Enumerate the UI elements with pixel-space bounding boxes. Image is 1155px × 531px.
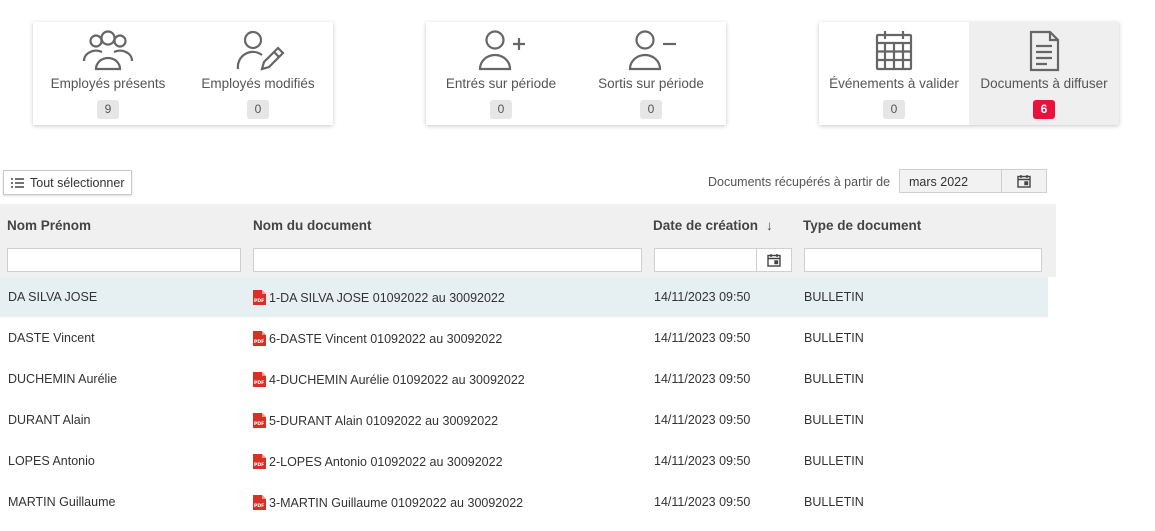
cell-nom-prenom: DUCHEMIN Aurélie	[8, 372, 118, 386]
sort-desc-icon[interactable]: ↓	[766, 218, 773, 233]
column-header-type-document[interactable]: Type de document	[803, 218, 921, 233]
cell-nom-prenom: DA SILVA JOSE	[8, 290, 98, 304]
filter-date-creation[interactable]	[654, 248, 792, 272]
filter-type-document[interactable]	[804, 248, 1042, 272]
select-all-label: Tout sélectionner	[30, 175, 125, 190]
table-row[interactable]: MARTIN Guillaume PDF 3-MARTIN Guillaume …	[0, 482, 1056, 523]
user-plus-icon	[478, 30, 525, 71]
svg-text:PDF: PDF	[254, 462, 264, 468]
cell-date-creation: 14/11/2023 09:50	[654, 495, 751, 509]
stats-card-tasks: Événements à valider 0 Documents à diffu…	[819, 22, 1119, 125]
filter-nom-prenom[interactable]	[7, 248, 241, 272]
svg-text:PDF: PDF	[254, 503, 264, 509]
date-picker[interactable]: mars 2022	[899, 169, 1047, 193]
filter-nom-document[interactable]	[253, 248, 642, 272]
count-badge: 6	[1033, 100, 1055, 119]
tile-label: Sortis sur période	[598, 76, 704, 91]
pdf-icon: PDF	[253, 495, 266, 510]
cell-nom-document[interactable]: PDF 6-DASTE Vincent 01092022 au 30092022	[253, 331, 502, 346]
documents-table: Nom Prénom Nom du document Date de créat…	[0, 204, 1056, 523]
cell-nom-document[interactable]: PDF 1-DA SILVA JOSE 01092022 au 30092022	[253, 290, 505, 305]
svg-text:PDF: PDF	[254, 421, 264, 427]
pdf-icon: PDF	[253, 454, 266, 469]
document-name: 1-DA SILVA JOSE 01092022 au 30092022	[269, 291, 505, 305]
svg-text:PDF: PDF	[254, 339, 264, 345]
cell-date-creation: 14/11/2023 09:50	[654, 454, 751, 468]
tile-employes-modifies[interactable]: Employés modifiés 0	[183, 22, 333, 125]
stats-card-movements: Entrés sur période 0 Sortis sur période …	[426, 22, 726, 125]
tile-entres-periode[interactable]: Entrés sur période 0	[426, 22, 576, 125]
user-minus-icon	[628, 30, 676, 71]
cell-type-document: BULLETIN	[804, 454, 864, 468]
tile-label: Documents à diffuser	[980, 76, 1108, 91]
cell-nom-prenom: MARTIN Guillaume	[8, 495, 116, 509]
select-all-button[interactable]: Tout sélectionner	[3, 170, 132, 195]
cell-nom-prenom: DURANT Alain	[8, 413, 91, 427]
tile-evenements-valider[interactable]: Événements à valider 0	[819, 22, 969, 125]
document-name: 2-LOPES Antonio 01092022 au 30092022	[269, 455, 503, 469]
table-row[interactable]: DURANT Alain PDF 5-DURANT Alain 01092022…	[0, 400, 1056, 441]
count-badge: 9	[97, 100, 119, 119]
user-edit-icon	[236, 30, 285, 71]
tile-label: Événements à valider	[829, 76, 959, 91]
table-row[interactable]: LOPES Antonio PDF 2-LOPES Antonio 010920…	[0, 441, 1056, 482]
calendar-icon[interactable]	[756, 249, 791, 271]
cell-nom-prenom: DASTE Vincent	[8, 331, 95, 345]
tile-label: Employés présents	[50, 76, 166, 91]
count-badge: 0	[490, 100, 512, 119]
users-icon	[82, 30, 134, 71]
calendar-icon	[875, 31, 913, 71]
cell-type-document: BULLETIN	[804, 413, 864, 427]
cell-type-document: BULLETIN	[804, 495, 864, 509]
tile-employes-presents[interactable]: Employés présents 9	[33, 22, 183, 125]
table-body: DA SILVA JOSE PDF 1-DA SILVA JOSE 010920…	[0, 277, 1056, 523]
cell-nom-document[interactable]: PDF 5-DURANT Alain 01092022 au 30092022	[253, 413, 498, 428]
document-name: 5-DURANT Alain 01092022 au 30092022	[269, 414, 499, 428]
cell-nom-document[interactable]: PDF 3-MARTIN Guillaume 01092022 au 30092…	[253, 495, 523, 510]
cell-date-creation: 14/11/2023 09:50	[654, 331, 751, 345]
date-picker-value: mars 2022	[909, 175, 969, 189]
tile-documents-diffuser[interactable]: Documents à diffuser 6	[969, 22, 1119, 125]
table-row[interactable]: DASTE Vincent PDF 6-DASTE Vincent 010920…	[0, 318, 1056, 359]
document-icon	[1029, 30, 1060, 72]
svg-text:PDF: PDF	[254, 380, 264, 386]
count-badge: 0	[247, 100, 269, 119]
pdf-icon: PDF	[253, 372, 266, 387]
cell-date-creation: 14/11/2023 09:50	[654, 372, 751, 386]
svg-text:PDF: PDF	[254, 298, 264, 304]
count-badge: 0	[883, 100, 905, 119]
tile-label: Employés modifiés	[201, 76, 315, 91]
cell-nom-prenom: LOPES Antonio	[8, 454, 95, 468]
table-header: Nom Prénom Nom du document Date de créat…	[0, 204, 1056, 277]
cell-type-document: BULLETIN	[804, 290, 864, 304]
cell-type-document: BULLETIN	[804, 331, 864, 345]
table-row[interactable]: DA SILVA JOSE PDF 1-DA SILVA JOSE 010920…	[0, 277, 1048, 318]
document-name: 4-DUCHEMIN Aurélie 01092022 au 30092022	[269, 373, 525, 387]
column-header-date-creation[interactable]: Date de création	[653, 218, 758, 233]
stats-card-employees: Employés présents 9 Employés modifiés 0	[33, 22, 333, 125]
count-badge: 0	[640, 100, 662, 119]
cell-type-document: BULLETIN	[804, 372, 864, 386]
list-icon	[11, 177, 24, 188]
table-row[interactable]: DUCHEMIN Aurélie PDF 4-DUCHEMIN Aurélie …	[0, 359, 1056, 400]
column-header-nom-document[interactable]: Nom du document	[253, 218, 372, 233]
pdf-icon: PDF	[253, 413, 266, 428]
column-header-nom-prenom[interactable]: Nom Prénom	[7, 218, 91, 233]
tile-sortis-periode[interactable]: Sortis sur période 0	[576, 22, 726, 125]
tile-label: Entrés sur période	[445, 76, 557, 91]
calendar-icon[interactable]	[1001, 170, 1046, 192]
cell-nom-document[interactable]: PDF 4-DUCHEMIN Aurélie 01092022 au 30092…	[253, 372, 525, 387]
cell-date-creation: 14/11/2023 09:50	[654, 413, 751, 427]
document-name: 6-DASTE Vincent 01092022 au 30092022	[269, 332, 503, 346]
cell-nom-document[interactable]: PDF 2-LOPES Antonio 01092022 au 30092022	[253, 454, 503, 469]
document-name: 3-MARTIN Guillaume 01092022 au 30092022	[269, 496, 524, 510]
date-filter-label: Documents récupérés à partir de	[708, 175, 891, 189]
cell-date-creation: 14/11/2023 09:50	[654, 290, 751, 304]
pdf-icon: PDF	[253, 290, 266, 305]
pdf-icon: PDF	[253, 331, 266, 346]
